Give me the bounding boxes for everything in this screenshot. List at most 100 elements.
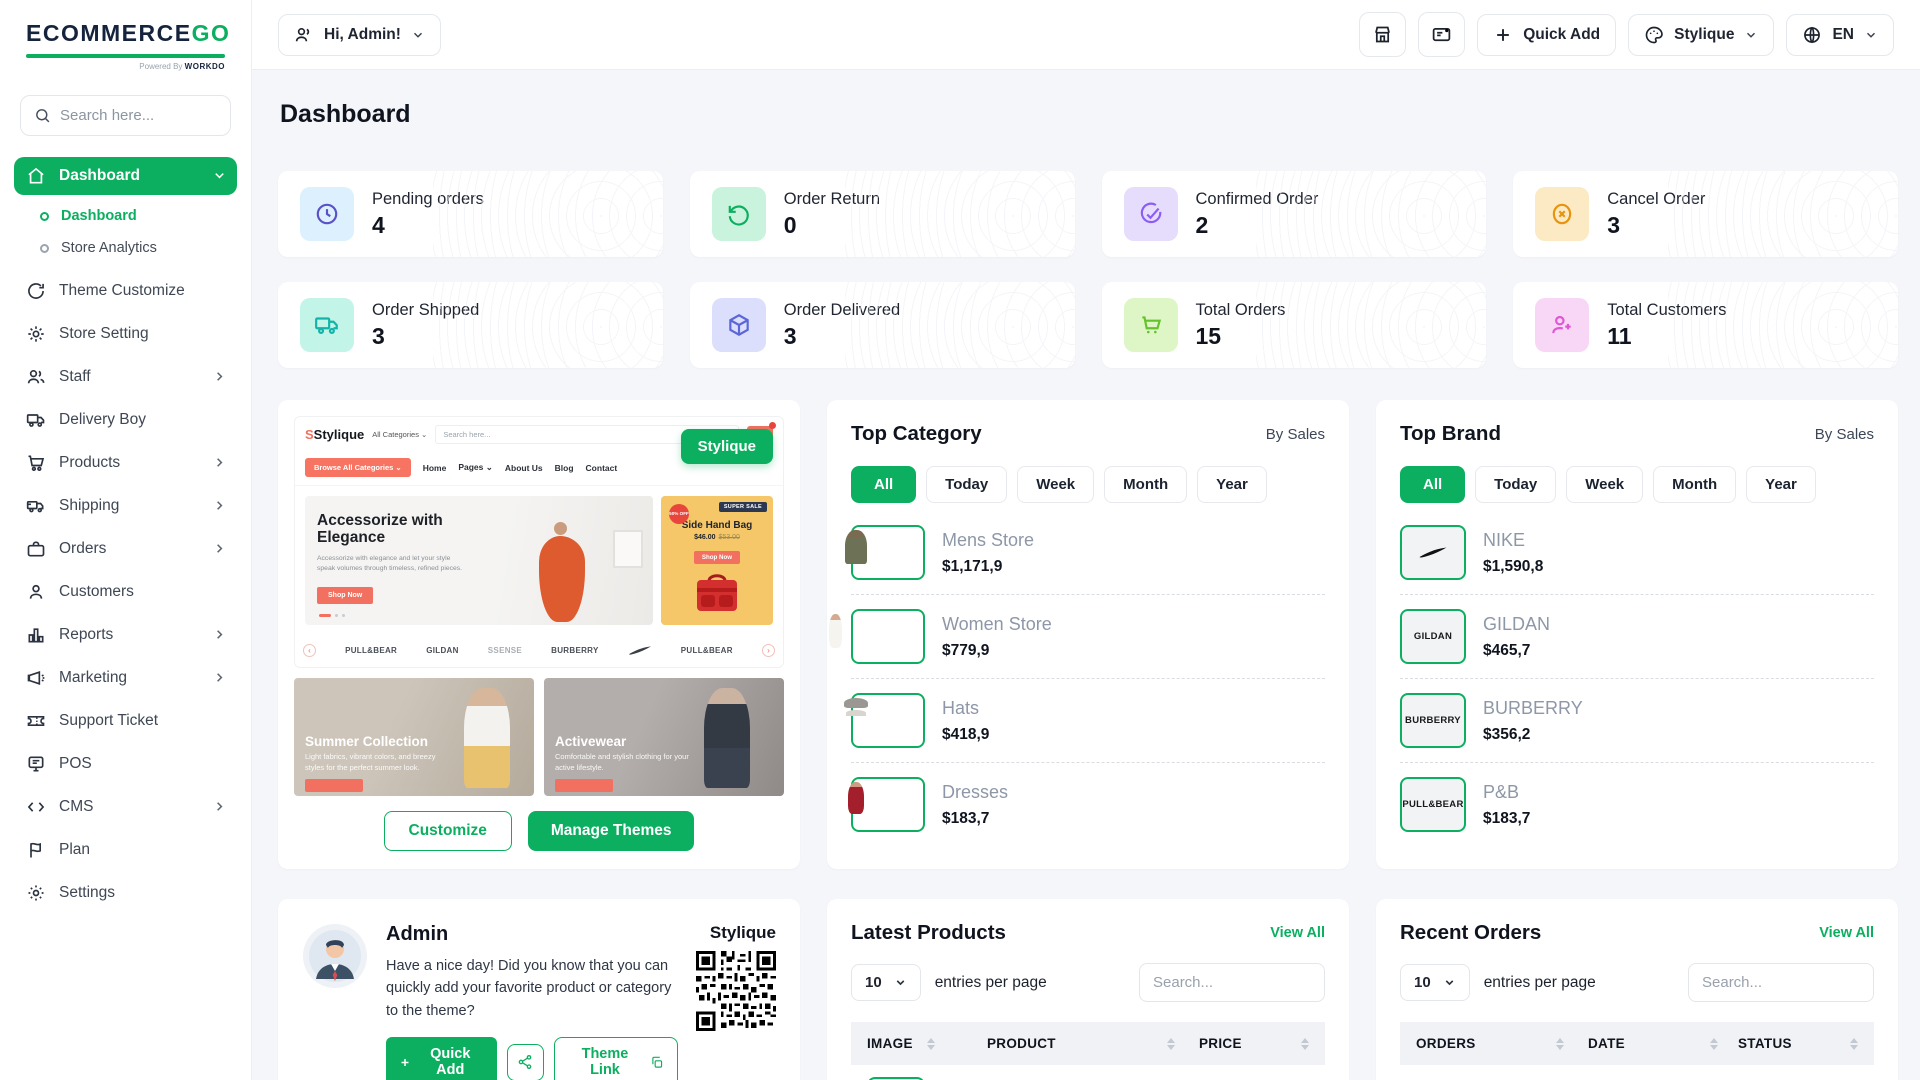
sidebar-item-customers[interactable]: Customers <box>14 573 237 611</box>
tab-year[interactable]: Year <box>1746 466 1816 503</box>
sidebar-item-store-setting[interactable]: Store Setting <box>14 315 237 353</box>
view-all-link[interactable]: View All <box>1819 925 1874 941</box>
brand-logo-gildan: GILDAN <box>1400 609 1466 664</box>
tab-today[interactable]: Today <box>926 466 1007 503</box>
theme-link-button[interactable]: Theme Link <box>554 1037 678 1080</box>
sort-icon[interactable] <box>1710 1038 1718 1050</box>
storefront-button[interactable] <box>1359 12 1406 57</box>
sidebar-item-staff[interactable]: Staff <box>14 358 237 396</box>
orders-table-header: ORDERS DATE STATUS <box>1400 1022 1874 1065</box>
tab-month[interactable]: Month <box>1653 466 1736 503</box>
latest-products-title: Latest Products <box>851 921 1006 945</box>
sidebar-item-settings[interactable]: Settings <box>14 874 237 912</box>
sort-icon[interactable] <box>1301 1038 1309 1050</box>
sidebar-subitem-dashboard[interactable]: Dashboard <box>30 201 237 231</box>
brand-logo-text: GILDAN <box>426 646 458 655</box>
admin-card: Admin Have a nice day! Did you know that… <box>278 899 800 1080</box>
storefront-preview[interactable]: SStylique All Categories ⌄ Search here..… <box>294 416 784 668</box>
sort-icon[interactable] <box>1850 1038 1858 1050</box>
orders-search-input[interactable] <box>1688 963 1874 1002</box>
sidebar-item-label: Customers <box>59 583 134 601</box>
stat-label: Confirmed Order <box>1196 190 1319 209</box>
sidebar-item-shipping[interactable]: Shipping <box>14 487 237 525</box>
sidebar-subitem-store-analytics[interactable]: Store Analytics <box>30 233 237 263</box>
column-product[interactable]: PRODUCT <box>987 1036 1056 1051</box>
entries-select[interactable]: 10 <box>851 964 921 1001</box>
tab-week[interactable]: Week <box>1017 466 1094 503</box>
sidebar-item-products[interactable]: Products <box>14 444 237 482</box>
pos-terminal-icon <box>26 754 46 774</box>
tab-month[interactable]: Month <box>1104 466 1187 503</box>
language-dropdown[interactable]: EN <box>1786 14 1894 56</box>
sidebar-item-cms[interactable]: CMS <box>14 788 237 826</box>
column-status[interactable]: STATUS <box>1738 1036 1792 1051</box>
sidebar-item-label: Products <box>59 454 120 472</box>
category-item: Dresses $183,7 <box>851 763 1325 846</box>
column-date[interactable]: DATE <box>1588 1036 1625 1051</box>
column-image[interactable]: IMAGE <box>867 1036 913 1051</box>
manage-themes-button[interactable]: Manage Themes <box>528 811 695 851</box>
megaphone-icon <box>26 668 46 688</box>
tab-week[interactable]: Week <box>1566 466 1643 503</box>
copy-icon <box>650 1055 664 1070</box>
admin-greeting-dropdown[interactable]: Hi, Admin! <box>278 14 441 56</box>
sidebar-item-pos[interactable]: POS <box>14 745 237 783</box>
brand-sales: $356,2 <box>1483 726 1583 744</box>
tab-all[interactable]: All <box>851 466 916 503</box>
brand-logo-pullandbear: PULL&BEAR <box>1400 777 1466 832</box>
stat-label: Order Delivered <box>784 301 900 320</box>
sidebar-item-label: Theme Customize <box>59 282 185 300</box>
sidebar-search[interactable] <box>20 95 231 136</box>
sort-icon[interactable] <box>1556 1038 1564 1050</box>
sidebar-item-delivery-boy[interactable]: Delivery Boy <box>14 401 237 439</box>
sidebar-item-dashboard[interactable]: Dashboard <box>14 157 237 195</box>
sort-icon[interactable] <box>1167 1038 1175 1050</box>
logo-underline <box>26 54 225 58</box>
stat-card-order-shipped: Order Shipped 3 <box>278 282 663 368</box>
carousel-left-arrow: ‹ <box>303 644 316 657</box>
category-image <box>851 609 925 664</box>
sidebar-item-reports[interactable]: Reports <box>14 616 237 654</box>
share-button[interactable] <box>507 1044 544 1080</box>
user-icon <box>26 582 46 602</box>
entries-select[interactable]: 10 <box>1400 964 1470 1001</box>
admin-quick-add-button[interactable]: Quick Add <box>386 1037 497 1080</box>
truck-icon <box>26 410 46 430</box>
category-sales: $779,9 <box>942 642 1052 660</box>
carousel-dots <box>319 614 345 617</box>
sidebar-item-marketing[interactable]: Marketing <box>14 659 237 697</box>
stat-value: 2 <box>1196 212 1319 239</box>
users-icon <box>294 25 314 45</box>
quick-add-button[interactable]: Quick Add <box>1477 14 1616 56</box>
cart-icon <box>1124 298 1178 352</box>
sidebar-search-input[interactable] <box>60 107 200 124</box>
customize-button[interactable]: Customize <box>384 811 512 851</box>
chevron-right-icon <box>212 455 227 470</box>
sidebar-item-plan[interactable]: Plan <box>14 831 237 869</box>
settings-gear-icon <box>26 883 46 903</box>
tab-today[interactable]: Today <box>1475 466 1556 503</box>
sidebar-item-label: Shipping <box>59 497 119 515</box>
tab-all[interactable]: All <box>1400 466 1465 503</box>
view-all-link[interactable]: View All <box>1270 925 1325 941</box>
brand-strip: ‹ PULL&BEAR GILDAN SSENSE BURBERRY PULL&… <box>295 635 783 667</box>
theme-dropdown[interactable]: Stylique <box>1628 14 1774 56</box>
messages-button[interactable] <box>1418 12 1465 57</box>
chevron-down-icon <box>1443 976 1456 989</box>
category-name: Dresses <box>942 782 1008 803</box>
sale-old-price: $53.00 <box>719 534 740 541</box>
app-logo: ECOMMERCEGO Powered By WORKDO <box>0 0 251 79</box>
promo-photo <box>464 688 510 788</box>
promo-tile-summer: Summer Collection Light fabrics, vibrant… <box>294 678 534 796</box>
column-price[interactable]: PRICE <box>1199 1036 1242 1051</box>
sidebar-item-orders[interactable]: Orders <box>14 530 237 568</box>
sidebar-item-support-ticket[interactable]: Support Ticket <box>14 702 237 740</box>
sort-icon[interactable] <box>927 1038 935 1050</box>
column-orders[interactable]: ORDERS <box>1416 1036 1476 1051</box>
products-search-input[interactable] <box>1139 963 1325 1002</box>
tab-year[interactable]: Year <box>1197 466 1267 503</box>
category-sales: $1,171,9 <box>942 558 1034 576</box>
sidebar-item-label: Marketing <box>59 669 127 687</box>
sidebar-item-theme-customize[interactable]: Theme Customize <box>14 272 237 310</box>
brand-logo-text: PULL&BEAR <box>345 646 397 655</box>
